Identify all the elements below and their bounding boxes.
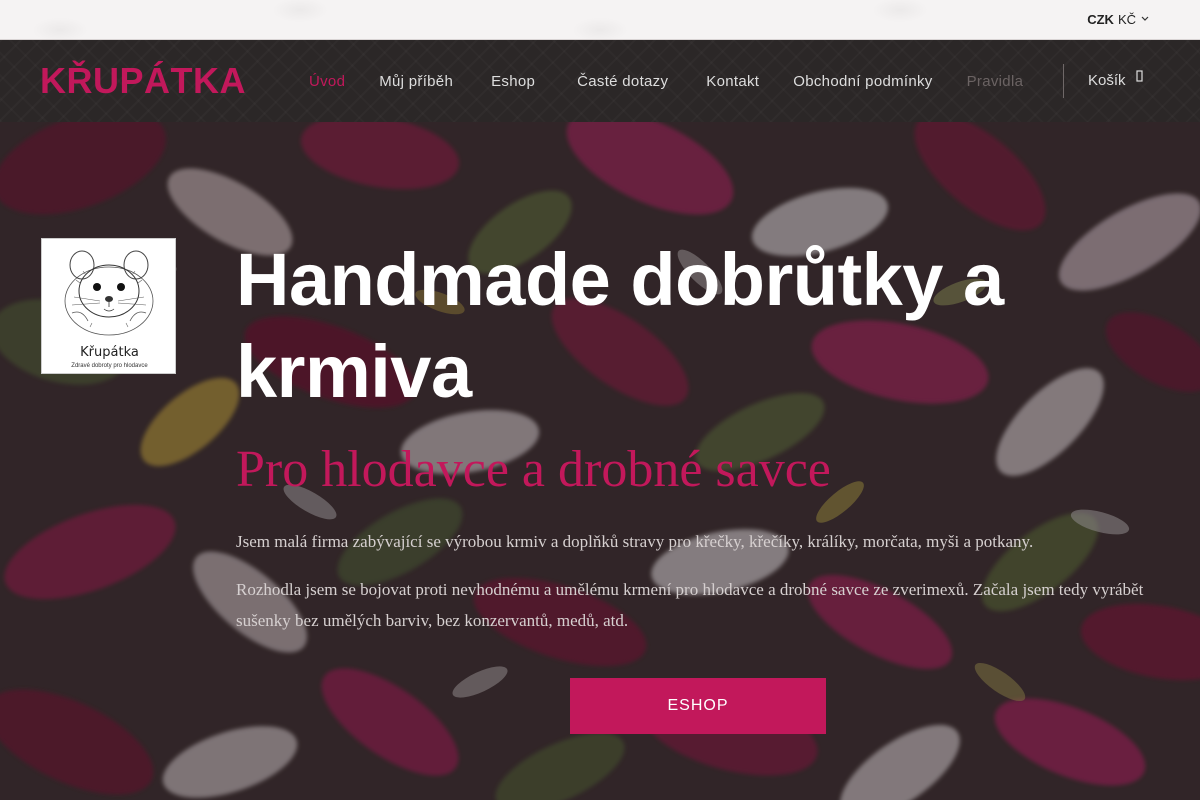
cart-icon (1135, 69, 1144, 85)
hero-paragraph-intro: Jsem malá firma zabývající se výrobou kr… (236, 532, 1034, 551)
nav-item-muj-pribeh[interactable]: Můj příběh (362, 73, 470, 90)
nav-divider (1063, 64, 1064, 98)
currency-selector[interactable]: CZK KČ (1087, 12, 1136, 27)
hamster-illustration (64, 250, 154, 336)
nav-item-pravidla[interactable]: Pravidla (950, 73, 1041, 90)
badge-subtitle: Zdravé dobroty pro hlodavce (71, 363, 148, 369)
hero-section: Křupátka Zdravé dobroty pro hlodavce Han… (0, 122, 1200, 800)
main-navbar: KŘUPÁTKA Úvod Můj příběh Eshop Časté dot… (0, 40, 1200, 122)
badge-title: Křupátka (80, 345, 139, 360)
nav-item-uvod[interactable]: Úvod (292, 73, 362, 90)
currency-symbol: KČ (1117, 12, 1136, 27)
hero-headline: Handmade dobrůtky a krmiva (236, 238, 1004, 413)
chevron-down-icon[interactable] (1140, 12, 1150, 26)
nav-item-caste-dotazy[interactable]: Časté dotazy (556, 73, 689, 90)
currency-code: CZK (1087, 12, 1114, 27)
hero-subheadline: Pro hlodavce a drobné savce (236, 441, 831, 498)
nav-item-kontakt[interactable]: Kontakt (689, 73, 776, 90)
site-logo[interactable]: KŘUPÁTKA (40, 60, 246, 102)
nav-menu: Úvod Můj příběh Eshop Časté dotazy Konta… (292, 40, 1050, 122)
cart-label: Košík (1088, 72, 1126, 89)
cart-button[interactable]: Košík (1088, 69, 1144, 89)
nav-item-obchodni-podminky[interactable]: Obchodní podmínky (776, 73, 949, 90)
brand-badge-image: Křupátka Zdravé dobroty pro hlodavce (41, 238, 176, 374)
eshop-button[interactable]: ESHOP (570, 678, 826, 734)
hero-paragraph-mission: Rozhodla jsem se bojovat proti nevhodném… (236, 580, 1144, 630)
nav-item-eshop[interactable]: Eshop (470, 73, 556, 90)
top-utility-bar: CZK KČ (0, 0, 1200, 40)
